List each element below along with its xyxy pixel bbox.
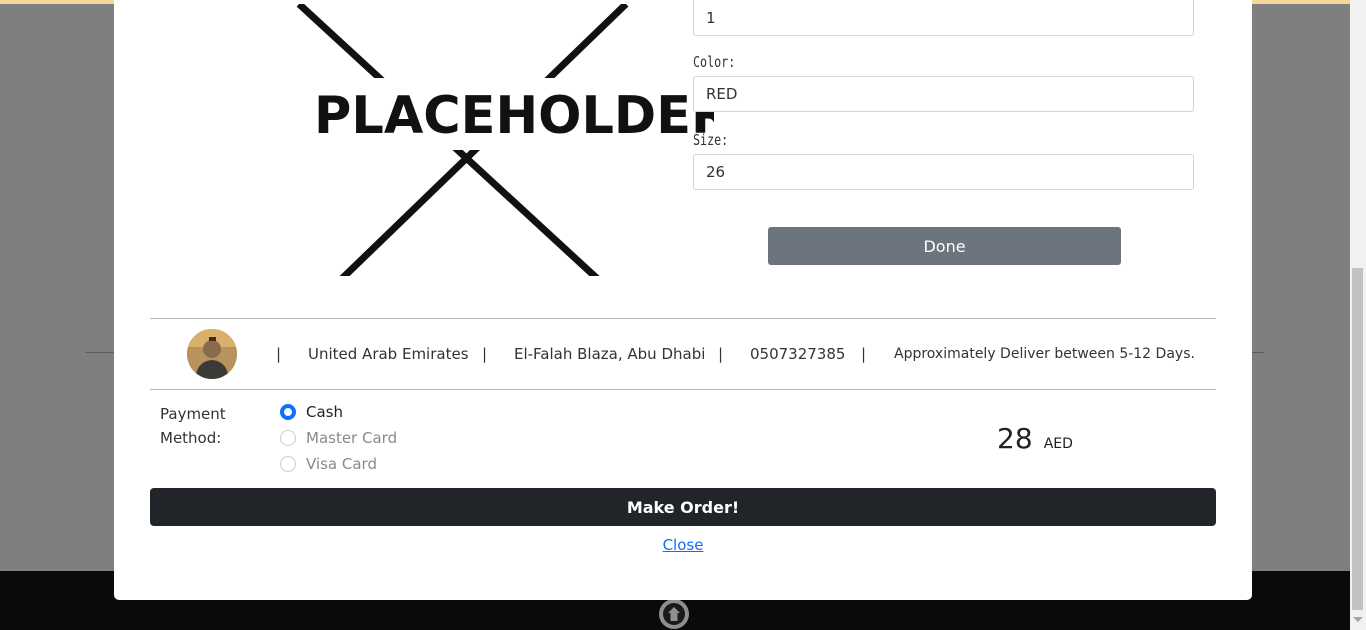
separator: | — [718, 345, 724, 363]
delivery-phone: 0507327385 — [750, 345, 846, 363]
separator: | — [276, 345, 282, 363]
delivery-country: United Arab Emirates — [308, 345, 469, 363]
product-image: PLACEHOLDER — [214, 4, 714, 276]
size-label: Size: — [693, 131, 729, 149]
payment-option-label: Master Card — [306, 429, 398, 447]
background-divider — [85, 352, 115, 353]
payment-option-cash[interactable]: Cash — [280, 401, 343, 423]
size-input[interactable]: 26 — [693, 154, 1194, 190]
close-link-text[interactable]: Close — [663, 536, 704, 554]
delivery-info-row: | United Arab Emirates | El-Falah Blaza,… — [150, 319, 1216, 389]
background-divider — [1252, 352, 1264, 353]
delivery-address: El-Falah Blaza, Abu Dhabi — [514, 345, 706, 363]
radio-checked-icon[interactable] — [280, 404, 296, 420]
price-amount: 28 — [997, 422, 1033, 455]
radio-unchecked-icon — [280, 430, 296, 446]
price-currency: AED — [1043, 436, 1073, 452]
placeholder-label: PLACEHOLDER — [314, 86, 714, 146]
payment-option-master-card: Master Card — [280, 427, 397, 449]
radio-unchecked-icon — [280, 456, 296, 472]
arrow-up-circle-icon — [663, 603, 685, 625]
scroll-down-arrow-icon[interactable] — [1353, 617, 1363, 622]
back-to-top-button[interactable] — [659, 599, 689, 629]
delivery-estimate: Approximately Deliver between 5-12 Days. — [894, 346, 1195, 362]
done-button[interactable]: Done — [768, 227, 1121, 265]
user-avatar — [187, 329, 237, 379]
avatar-icon — [187, 329, 237, 379]
order-total: 28 AED — [997, 422, 1073, 455]
color-input[interactable]: RED — [693, 76, 1194, 112]
payment-method-label: Payment Method: — [160, 405, 226, 447]
order-modal: PLACEHOLDER 1 Color: RED Size: 26 Done |… — [114, 0, 1252, 600]
separator: | — [861, 345, 867, 363]
quantity-input[interactable]: 1 — [693, 0, 1194, 36]
separator: | — [482, 345, 488, 363]
section-divider — [150, 389, 1216, 390]
payment-option-visa-card: Visa Card — [280, 453, 377, 475]
close-link: Close — [114, 536, 1252, 554]
color-label: Color: — [693, 53, 736, 71]
payment-option-label: Visa Card — [306, 455, 377, 473]
make-order-button[interactable]: Make Order! — [150, 488, 1216, 526]
scrollbar-thumb[interactable] — [1352, 268, 1363, 610]
payment-option-label: Cash — [306, 403, 343, 421]
